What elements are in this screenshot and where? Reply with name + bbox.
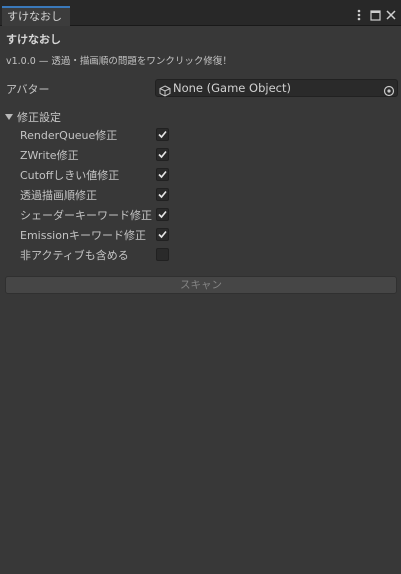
avatar-object-value: None (Game Object) [173,81,291,95]
object-picker-icon[interactable] [383,82,395,97]
setting-row-emission-keyword: Emissionキーワード修正 [20,226,400,244]
setting-label: シェーダーキーワード修正 [20,209,152,222]
window-controls [353,7,397,23]
avatar-object-field[interactable]: None (Game Object) [155,79,398,97]
include-inactive-checkbox[interactable] [156,248,169,261]
chevron-down-icon [3,111,15,123]
settings-foldout[interactable]: 修正設定 [3,109,61,125]
zwrite-checkbox[interactable] [156,148,169,161]
page-subtitle: v1.0.0 — 透過・描画順の問題をワンクリック修復！ [6,56,232,67]
settings-foldout-label: 修正設定 [17,111,61,124]
tab-sukenaoshi[interactable]: すけなおし [2,6,70,26]
editor-window: すけなおし すけなおし v1.0.0 — 透過・描画順の問題をワンクリック修復！… [0,0,401,574]
setting-label: ZWrite修正 [20,149,79,162]
setting-row-shader-keyword: シェーダーキーワード修正 [20,206,400,224]
avatar-label: アバター [6,83,50,96]
scan-button[interactable]: スキャン [5,276,397,294]
renderqueue-checkbox[interactable] [156,128,169,141]
tab-label: すけなおし [7,10,62,23]
setting-row-zwrite: ZWrite修正 [20,146,400,164]
tab-bar: すけなおし [0,0,401,26]
setting-label: Emissionキーワード修正 [20,229,146,242]
page-title: すけなおし [6,33,61,46]
setting-label: 非アクティブも含める [20,249,129,262]
emission-keyword-checkbox[interactable] [156,228,169,241]
maximize-icon[interactable] [369,8,381,22]
setting-label: Cutoffしきい値修正 [20,169,120,182]
gameobject-icon [159,82,171,97]
close-icon[interactable] [385,8,397,22]
cutoff-checkbox[interactable] [156,168,169,181]
setting-row-renderqueue: RenderQueue修正 [20,126,400,144]
setting-row-include-inactive: 非アクティブも含める [20,246,400,264]
window-content: すけなおし v1.0.0 — 透過・描画順の問題をワンクリック修復！ アバター … [0,26,401,574]
more-icon[interactable] [353,8,365,22]
setting-label: 透過描画順修正 [20,189,97,202]
setting-label: RenderQueue修正 [20,129,118,142]
transparent-order-checkbox[interactable] [156,188,169,201]
setting-row-cutoff: Cutoffしきい値修正 [20,166,400,184]
setting-row-transparent-order: 透過描画順修正 [20,186,400,204]
shader-keyword-checkbox[interactable] [156,208,169,221]
